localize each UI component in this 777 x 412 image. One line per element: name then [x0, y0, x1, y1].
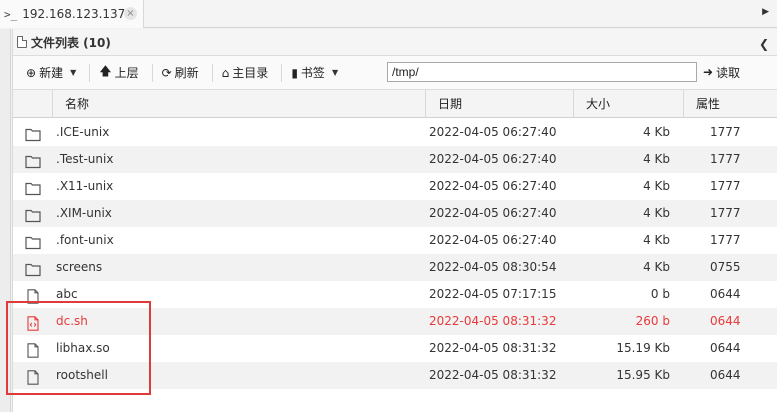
panel-title: 文件列表 (10): [31, 35, 111, 50]
file-permission: 0644: [710, 341, 741, 355]
file-permission: 1777: [710, 152, 741, 166]
file-size: 4 Kb: [643, 152, 670, 166]
folder-icon: [25, 233, 41, 250]
file-permission: 0644: [710, 287, 741, 301]
toolbar-divider: [151, 63, 153, 82]
column-header-name[interactable]: 名称: [53, 90, 426, 118]
folder-icon: [25, 260, 41, 277]
read-label: 读取: [716, 65, 741, 80]
refresh-button[interactable]: ⟳ 刷新: [159, 62, 202, 84]
file-date: 2022-04-05 06:27:40: [429, 179, 557, 193]
file-date: 2022-04-05 07:17:15: [429, 287, 557, 301]
file-date: 2022-04-05 06:27:40: [429, 125, 557, 139]
table-row[interactable]: screens 2022-04-05 08:30:54 4 Kb 0755: [13, 254, 777, 281]
file-permission: 0755: [710, 260, 741, 274]
file-size: 4 Kb: [643, 206, 670, 220]
column-header-size[interactable]: 大小: [574, 90, 684, 118]
terminal-icon: >_: [4, 7, 18, 21]
scroll-right-icon[interactable]: ▶: [762, 7, 769, 17]
close-icon[interactable]: ×: [124, 7, 137, 20]
file-permission: 1777: [710, 179, 741, 193]
toolbar-divider: [281, 63, 283, 82]
tab-title: 192.168.123.137: [22, 7, 126, 21]
file-date: 2022-04-05 08:31:32: [429, 314, 557, 328]
file-size: 4 Kb: [643, 179, 670, 193]
up-label: 上层: [114, 66, 139, 80]
file-date: 2022-04-05 06:27:40: [429, 152, 557, 166]
bookmark-label: 书签: [300, 66, 325, 80]
new-label: 新建: [39, 66, 64, 80]
file-permission: 0644: [710, 368, 741, 382]
tab-session[interactable]: >_ 192.168.123.137 ×: [0, 0, 144, 28]
file-date: 2022-04-05 06:27:40: [429, 233, 557, 247]
file-permission: 1777: [710, 233, 741, 247]
file-name: .X11-unix: [56, 179, 114, 193]
column-header-date[interactable]: 日期: [426, 90, 574, 118]
file-date: 2022-04-05 08:31:32: [429, 341, 557, 355]
file-permission: 0644: [710, 314, 741, 328]
file-size: 15.95 Kb: [616, 368, 670, 382]
file-size: 4 Kb: [643, 260, 670, 274]
file-size: 15.19 Kb: [616, 341, 670, 355]
file-size: 260 b: [635, 314, 670, 328]
file-permission: 1777: [710, 125, 741, 139]
file-icon: [25, 287, 41, 304]
document-icon: [17, 36, 27, 48]
file-date: 2022-04-05 08:31:32: [429, 368, 557, 382]
file-name: .Test-unix: [56, 152, 114, 166]
folder-icon: [25, 206, 41, 223]
file-name: .ICE-unix: [56, 125, 110, 139]
path-input[interactable]: [387, 62, 697, 82]
file-date: 2022-04-05 08:30:54: [429, 260, 557, 274]
table-row[interactable]: .Test-unix 2022-04-05 06:27:40 4 Kb 1777: [13, 146, 777, 173]
table-row[interactable]: .X11-unix 2022-04-05 06:27:40 4 Kb 1777: [13, 173, 777, 200]
home-label: 主目录: [232, 66, 269, 80]
bookmark-button[interactable]: ▮ 书签 ▼: [288, 62, 341, 84]
arrow-right-icon: ➜: [703, 65, 714, 79]
refresh-icon: ⟳: [161, 65, 172, 80]
home-icon: ⌂: [221, 65, 230, 80]
arrow-up-icon: 🡅: [99, 64, 112, 78]
refresh-label: 刷新: [174, 66, 199, 80]
file-date: 2022-04-05 06:27:40: [429, 206, 557, 220]
chevron-left-icon[interactable]: ❮: [759, 37, 769, 51]
column-header-perm[interactable]: 属性: [684, 90, 776, 118]
caret-down-icon: ▼: [70, 68, 77, 77]
table-row[interactable]: .XIM-unix 2022-04-05 06:27:40 4 Kb 1777: [13, 200, 777, 227]
column-header-icon: [13, 90, 53, 118]
file-permission: 1777: [710, 206, 741, 220]
read-button[interactable]: ➜ 读取: [703, 61, 740, 83]
file-size: 0 b: [650, 287, 670, 301]
file-name: .font-unix: [56, 233, 114, 247]
file-name: screens: [56, 260, 103, 274]
table-header: 名称 日期 大小 属性: [13, 90, 777, 118]
plus-circle-icon: ⊕: [26, 65, 37, 80]
folder-icon: [25, 179, 41, 196]
panel-header: 文件列表 (10) ❮: [13, 29, 777, 56]
toolbar-divider: [211, 63, 213, 82]
bookmark-icon: ▮: [291, 65, 298, 80]
home-button[interactable]: ⌂ 主目录: [219, 62, 272, 84]
folder-icon: [25, 152, 41, 169]
toolbar-divider: [89, 63, 91, 82]
up-button[interactable]: 🡅 上层: [96, 62, 141, 84]
file-name: .XIM-unix: [56, 206, 112, 220]
new-button[interactable]: ⊕ 新建 ▼: [23, 62, 79, 84]
file-size: 4 Kb: [643, 233, 670, 247]
table-row[interactable]: .ICE-unix 2022-04-05 06:27:40 4 Kb 1777: [13, 119, 777, 146]
file-size: 4 Kb: [643, 125, 670, 139]
highlight-annotation: [6, 301, 151, 395]
tab-bar: >_ 192.168.123.137 × ▶: [0, 0, 777, 28]
table-row[interactable]: .font-unix 2022-04-05 06:27:40 4 Kb 1777: [13, 227, 777, 254]
folder-icon: [25, 125, 41, 142]
caret-down-icon: ▼: [331, 68, 339, 77]
